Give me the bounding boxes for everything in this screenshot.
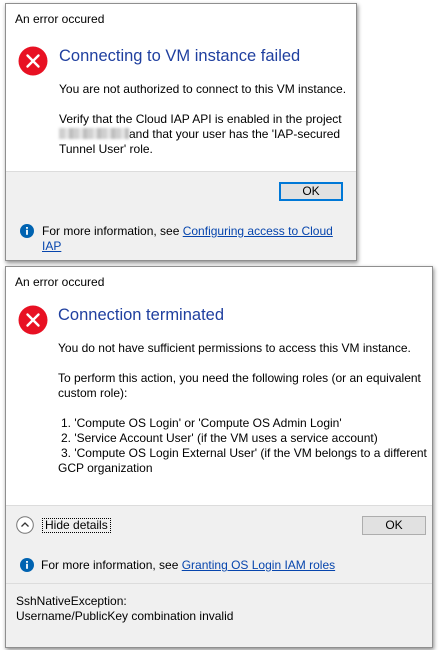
roles-intro: To perform this action, you need the fol… (58, 371, 421, 401)
details-exception: SshNativeException: (16, 594, 127, 608)
chevron-up-icon (16, 516, 34, 534)
dialog-title: An error occured (15, 275, 105, 289)
dialog-message: You do not have sufficient permissions t… (58, 341, 411, 355)
verify-line-1: Verify that the Cloud IAP API is enabled… (59, 112, 342, 126)
details-panel: SshNativeException: Username/PublicKey c… (6, 584, 432, 647)
button-bar: Hide details OK (6, 505, 432, 547)
ok-button[interactable]: OK (362, 516, 426, 535)
roles-intro-line-2: custom role): (58, 386, 128, 400)
redacted-project-id (59, 128, 129, 139)
error-dialog-iap: An error occured Connecting to VM instan… (5, 3, 357, 261)
button-bar: OK (6, 171, 356, 213)
roles-list: 1. 'Compute OS Login' or 'Compute OS Adm… (58, 416, 427, 476)
hide-details-label[interactable]: Hide details (42, 518, 111, 533)
ok-button[interactable]: OK (279, 182, 343, 201)
verify-line-2-suffix: and that your user has the 'IAP-secured (129, 127, 341, 141)
error-dialog-oslogin: An error occured Connection terminated Y… (5, 266, 433, 648)
info-footer: For more information, see Granting OS Lo… (6, 546, 432, 584)
granting-os-login-link[interactable]: Granting OS Login IAM roles (182, 558, 335, 572)
info-footer: For more information, see Configuring ac… (6, 212, 356, 260)
role-item-3: 3. 'Compute OS Login External User' (if … (61, 446, 427, 460)
role-item-1: 1. 'Compute OS Login' or 'Compute OS Adm… (61, 416, 342, 430)
role-item-3-cont: GCP organization (58, 461, 153, 475)
configuring-iap-link[interactable]: Configuring access to Cloud (183, 224, 333, 238)
verify-line-3: Tunnel User' role. (59, 142, 153, 156)
dialog-heading: Connection terminated (58, 306, 225, 324)
details-message: Username/PublicKey combination invalid (16, 609, 234, 623)
roles-intro-line-1: To perform this action, you need the fol… (58, 371, 421, 385)
error-icon (18, 305, 48, 335)
dialog-heading: Connecting to VM instance failed (59, 47, 301, 65)
info-text: For more information, see Granting OS Lo… (41, 558, 335, 573)
details-text: SshNativeException: Username/PublicKey c… (16, 594, 233, 624)
configuring-iap-link-cont[interactable]: IAP (42, 239, 61, 253)
dialog-message: You are not authorized to connect to thi… (59, 82, 347, 96)
info-text: For more information, see Configuring ac… (42, 224, 342, 254)
info-prefix: For more information, see (42, 224, 183, 238)
info-prefix: For more information, see (41, 558, 182, 572)
dialog-verify-text: Verify that the Cloud IAP API is enabled… (59, 112, 342, 157)
info-icon (20, 558, 34, 572)
info-icon (20, 224, 34, 238)
dialog-title: An error occured (15, 12, 105, 26)
error-icon (18, 46, 48, 76)
role-item-2: 2. 'Service Account User' (if the VM use… (61, 431, 378, 445)
verify-line-2: and that your user has the 'IAP-secured (59, 127, 342, 142)
